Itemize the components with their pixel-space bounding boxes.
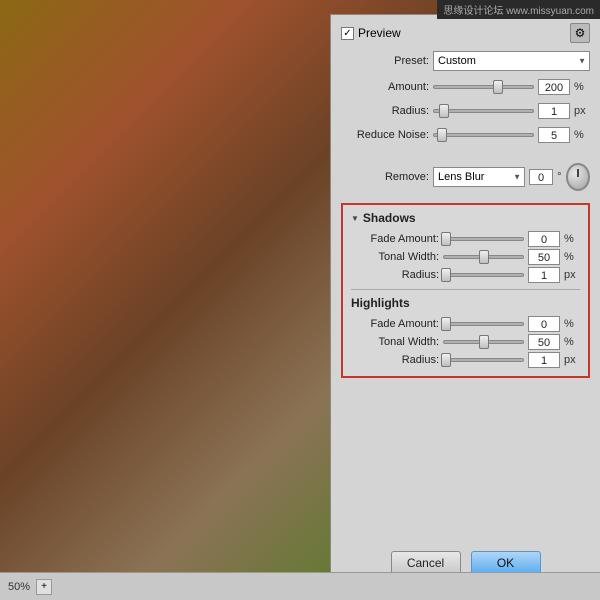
highlights-radius-unit: px bbox=[564, 354, 580, 366]
highlights-tonal-slider[interactable] bbox=[443, 335, 524, 349]
plus-icon: + bbox=[41, 581, 47, 592]
radius-label: Radius: bbox=[341, 105, 429, 117]
preview-row: ✓ Preview ⚙ bbox=[341, 23, 590, 43]
shadows-highlights-divider bbox=[351, 289, 580, 290]
remove-select[interactable]: Lens Blur Gaussian Blur Motion Blur bbox=[433, 167, 525, 187]
amount-row: Amount: 200 % bbox=[341, 79, 590, 95]
highlights-tonal-track bbox=[443, 340, 524, 344]
degree-value-box[interactable]: 0 bbox=[529, 169, 553, 185]
shadows-radius-slider[interactable] bbox=[443, 268, 524, 282]
zoom-level-label: 50% bbox=[8, 581, 30, 593]
shadows-tonal-label: Tonal Width: bbox=[351, 251, 439, 263]
radius-row: Radius: 1 px bbox=[341, 103, 590, 119]
reduce-noise-unit: % bbox=[574, 129, 590, 141]
shadows-fade-value[interactable]: 0 bbox=[528, 231, 560, 247]
gear-button[interactable]: ⚙ bbox=[570, 23, 590, 43]
highlights-title-text: Highlights bbox=[351, 296, 410, 310]
shadows-tonal-track bbox=[443, 255, 524, 259]
highlights-radius-track bbox=[443, 358, 524, 362]
degree-symbol: ° bbox=[557, 171, 561, 183]
highlights-fade-track bbox=[443, 322, 524, 326]
dial-indicator bbox=[577, 169, 579, 177]
highlights-tonal-unit: % bbox=[564, 336, 580, 348]
highlights-tonal-label: Tonal Width: bbox=[351, 336, 439, 348]
shadows-radius-unit: px bbox=[564, 269, 580, 281]
highlights-radius-thumb[interactable] bbox=[441, 353, 451, 367]
dialog-panel: ✓ Preview ⚙ Preset: Custom ▼ Amount: 200… bbox=[330, 14, 600, 584]
highlights-fade-amount-row: Fade Amount: 0 % bbox=[351, 316, 580, 332]
preset-select-wrapper: Custom ▼ bbox=[433, 51, 590, 71]
reduce-noise-slider[interactable] bbox=[433, 128, 534, 142]
shadows-fade-slider[interactable] bbox=[443, 232, 524, 246]
watermark-bar: 思缘设计论坛 www.missyuan.com bbox=[437, 0, 600, 19]
zoom-plus-button[interactable]: + bbox=[36, 579, 52, 595]
preview-label: Preview bbox=[358, 26, 401, 40]
shadows-tonal-unit: % bbox=[564, 251, 580, 263]
button-row: Cancel OK bbox=[341, 545, 590, 575]
amount-slider[interactable] bbox=[433, 80, 534, 94]
highlights-fade-value[interactable]: 0 bbox=[528, 316, 560, 332]
highlights-radius-row: Radius: 1 px bbox=[351, 352, 580, 368]
highlights-tonal-value[interactable]: 50 bbox=[528, 334, 560, 350]
highlights-fade-unit: % bbox=[564, 318, 580, 330]
radius-unit: px bbox=[574, 105, 590, 117]
remove-label: Remove: bbox=[341, 171, 429, 183]
shadows-radius-value[interactable]: 1 bbox=[528, 267, 560, 283]
preset-select[interactable]: Custom bbox=[433, 51, 590, 71]
gear-icon: ⚙ bbox=[575, 26, 586, 40]
bottom-status-bar: 50% + bbox=[0, 572, 600, 600]
shadows-tonal-thumb[interactable] bbox=[479, 250, 489, 264]
dial-control[interactable] bbox=[566, 163, 590, 191]
shadows-tonal-width-row: Tonal Width: 50 % bbox=[351, 249, 580, 265]
highlights-fade-thumb[interactable] bbox=[441, 317, 451, 331]
remove-select-wrapper: Lens Blur Gaussian Blur Motion Blur ▼ bbox=[433, 167, 525, 187]
preview-check-group: ✓ Preview bbox=[341, 26, 401, 40]
highlights-radius-slider[interactable] bbox=[443, 353, 524, 367]
highlights-tonal-thumb[interactable] bbox=[479, 335, 489, 349]
shadows-fade-label: Fade Amount: bbox=[351, 233, 439, 245]
preset-label: Preset: bbox=[341, 55, 429, 67]
shadows-radius-label: Radius: bbox=[351, 269, 439, 281]
radius-thumb[interactable] bbox=[439, 104, 449, 118]
preview-checkbox[interactable]: ✓ bbox=[341, 27, 354, 40]
highlights-tonal-width-row: Tonal Width: 50 % bbox=[351, 334, 580, 350]
radius-slider[interactable] bbox=[433, 104, 534, 118]
shadows-fade-amount-row: Fade Amount: 0 % bbox=[351, 231, 580, 247]
shadows-radius-thumb[interactable] bbox=[441, 268, 451, 282]
reduce-noise-thumb[interactable] bbox=[437, 128, 447, 142]
highlights-radius-label: Radius: bbox=[351, 354, 439, 366]
preset-row: Preset: Custom ▼ bbox=[341, 51, 590, 71]
amount-label: Amount: bbox=[341, 81, 429, 93]
remove-row: Remove: Lens Blur Gaussian Blur Motion B… bbox=[341, 163, 590, 191]
shadows-title-text: Shadows bbox=[363, 211, 416, 225]
radius-track bbox=[433, 109, 534, 113]
reduce-noise-label: Reduce Noise: bbox=[341, 129, 429, 141]
shadows-highlights-section: ▼ Shadows Fade Amount: 0 % Tonal Width: … bbox=[341, 203, 590, 378]
shadows-tonal-slider[interactable] bbox=[443, 250, 524, 264]
radius-value[interactable]: 1 bbox=[538, 103, 570, 119]
shadows-radius-track bbox=[443, 273, 524, 277]
reduce-noise-track bbox=[433, 133, 534, 137]
shadows-fade-track bbox=[443, 237, 524, 241]
highlights-fade-label: Fade Amount: bbox=[351, 318, 439, 330]
amount-thumb[interactable] bbox=[493, 80, 503, 94]
shadows-triangle-icon[interactable]: ▼ bbox=[351, 214, 359, 223]
amount-value[interactable]: 200 bbox=[538, 79, 570, 95]
shadows-tonal-value[interactable]: 50 bbox=[528, 249, 560, 265]
shadows-fade-unit: % bbox=[564, 233, 580, 245]
reduce-noise-row: Reduce Noise: 5 % bbox=[341, 127, 590, 143]
highlights-fade-slider[interactable] bbox=[443, 317, 524, 331]
highlights-radius-value[interactable]: 1 bbox=[528, 352, 560, 368]
shadows-fade-thumb[interactable] bbox=[441, 232, 451, 246]
reduce-noise-value[interactable]: 5 bbox=[538, 127, 570, 143]
check-mark: ✓ bbox=[343, 28, 351, 39]
shadows-radius-row: Radius: 1 px bbox=[351, 267, 580, 283]
amount-track bbox=[433, 85, 534, 89]
highlights-title-row: Highlights bbox=[351, 296, 580, 310]
amount-unit: % bbox=[574, 81, 590, 93]
shadows-title-row: ▼ Shadows bbox=[351, 211, 580, 225]
separator-1 bbox=[341, 151, 590, 157]
